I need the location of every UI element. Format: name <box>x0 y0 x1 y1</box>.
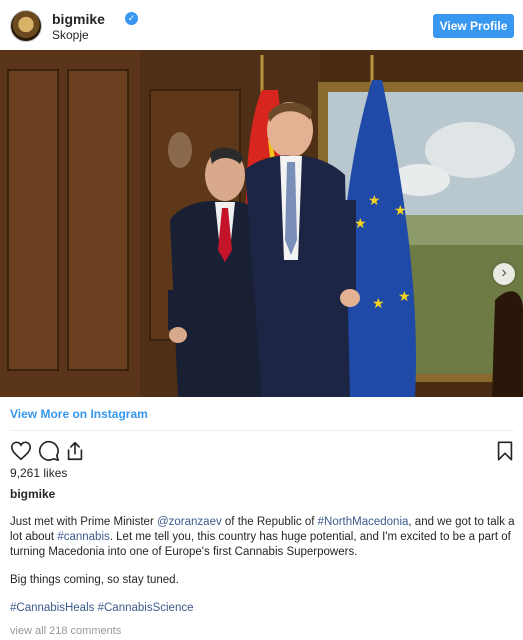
hashtag-link[interactable]: #NorthMacedonia <box>318 516 409 528</box>
svg-text:★: ★ <box>372 296 385 312</box>
post-photo[interactable]: ★ ★ ★ ★ ★ › <box>0 50 523 397</box>
svg-text:★: ★ <box>368 193 381 209</box>
bookmark-icon[interactable] <box>494 440 516 462</box>
caption-text: of the Republic of <box>221 516 318 528</box>
caption-author[interactable]: bigmike <box>10 487 55 501</box>
location-label[interactable]: Skopje <box>52 28 89 42</box>
view-profile-button[interactable]: View Profile <box>433 14 514 38</box>
comment-bubble-icon[interactable] <box>38 440 60 462</box>
post-header: bigmike ✓ Skopje View Profile <box>0 0 523 50</box>
instagram-embed-card: bigmike ✓ Skopje View Profile ★ ★ ★ ★ ★ … <box>0 0 523 640</box>
avatar[interactable] <box>10 10 42 42</box>
view-all-comments-link[interactable]: view all 218 comments <box>10 625 121 637</box>
verified-badge-icon: ✓ <box>125 12 138 25</box>
share-icon[interactable] <box>64 440 86 462</box>
caption-paragraph: Just met with Prime Minister @zoranzaev … <box>10 515 516 560</box>
photo-illustration: ★ ★ ★ ★ ★ <box>0 50 523 397</box>
view-more-on-instagram-link[interactable]: View More on Instagram <box>10 407 148 421</box>
caption-hashtags: #CannabisHeals #CannabisScience <box>10 601 516 616</box>
likes-count[interactable]: 9,261 likes <box>10 466 67 480</box>
svg-text:★: ★ <box>394 203 407 219</box>
username[interactable]: bigmike <box>52 11 105 27</box>
hashtag-link[interactable]: #CannabisHeals <box>10 602 94 614</box>
next-photo-arrow-icon[interactable]: › <box>493 263 515 285</box>
divider <box>10 430 514 431</box>
like-heart-icon[interactable] <box>10 440 32 462</box>
caption-paragraph: Big things coming, so stay tuned. <box>10 574 179 586</box>
hashtag-link[interactable]: #CannabisScience <box>98 602 194 614</box>
mention-link[interactable]: @zoranzaev <box>157 516 222 528</box>
post-caption: Just met with Prime Minister @zoranzaev … <box>10 515 516 616</box>
svg-text:★: ★ <box>398 289 411 305</box>
hashtag-link[interactable]: #cannabis <box>57 531 109 543</box>
caption-text: Just met with Prime Minister <box>10 516 157 528</box>
